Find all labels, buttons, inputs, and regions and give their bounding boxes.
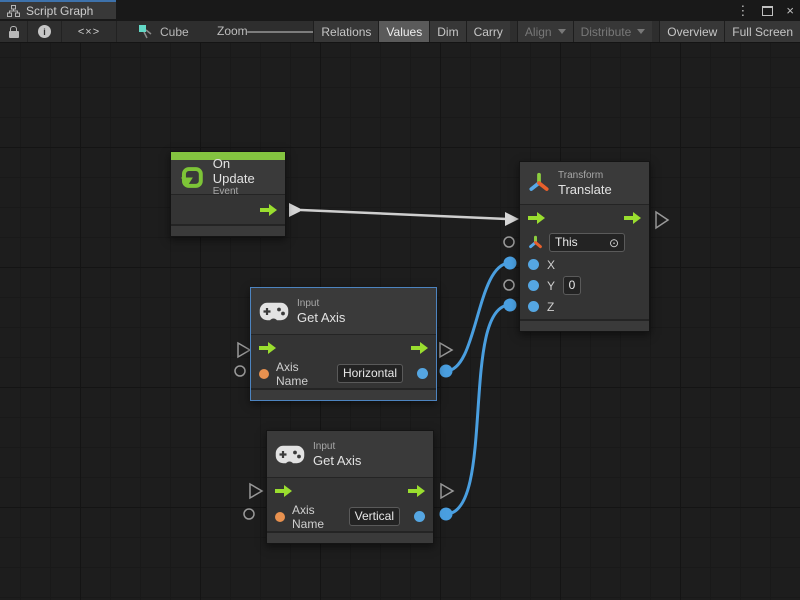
port-label-axis-name: Axis Name — [276, 360, 330, 388]
zoom-label: Zoom — [217, 21, 248, 42]
flow-out-port[interactable] — [411, 342, 428, 354]
gamepad-icon — [259, 302, 289, 321]
tab-title: Script Graph — [26, 4, 93, 18]
flow-in-port[interactable] — [259, 342, 276, 354]
chevron-down-icon — [558, 29, 566, 34]
self-target-field[interactable]: This ⊙ — [549, 233, 625, 252]
string-in-port[interactable] — [275, 512, 285, 522]
node-ports — [171, 195, 285, 224]
window-controls: ⋮ × — [736, 0, 794, 21]
node-title: Get Axis — [297, 310, 345, 325]
flow-in-port[interactable] — [528, 212, 545, 224]
node-header[interactable]: Input Get Axis — [267, 431, 433, 477]
node-category: Input — [313, 441, 361, 453]
flow-out-port[interactable] — [260, 204, 277, 216]
node-footer — [251, 390, 436, 400]
toolbar-button-group: Relations Values Dim Carry Align Distrib… — [313, 21, 800, 42]
node-ports: Axis Name Vertical — [267, 478, 433, 531]
node-category: Input — [297, 298, 345, 310]
gamepad-icon — [275, 445, 305, 464]
node-header[interactable]: On Update Event — [171, 160, 285, 194]
tab-bar: Script Graph ⋮ × — [0, 0, 800, 21]
info-icon: i — [38, 25, 51, 38]
transform-icon — [528, 172, 550, 194]
value-out-port[interactable] — [417, 368, 428, 379]
dim-button[interactable]: Dim — [429, 21, 465, 42]
value-in-port-y[interactable] — [528, 280, 539, 291]
carry-button[interactable]: Carry — [466, 21, 510, 42]
node-footer — [267, 533, 433, 543]
flow-in-port[interactable] — [275, 485, 292, 497]
graph-target-label: Cube — [160, 25, 189, 39]
close-icon[interactable]: × — [786, 0, 794, 21]
string-in-port[interactable] — [259, 369, 269, 379]
lock-icon — [9, 31, 19, 38]
port-label-y: Y — [547, 279, 555, 293]
graph-toolbar: i <×> Cube Zoom 1x Relations Values Dim … — [0, 21, 800, 43]
value-in-port-x[interactable] — [528, 259, 539, 270]
distribute-dropdown[interactable]: Distribute — [573, 21, 653, 42]
align-dropdown[interactable]: Align — [517, 21, 573, 42]
graph-target-breadcrumb[interactable]: Cube — [138, 21, 189, 42]
tab-script-graph[interactable]: Script Graph — [0, 0, 116, 19]
node-get-axis-vertical[interactable]: Input Get Axis Axis Name Vertical — [266, 430, 434, 544]
node-header[interactable]: Transform Translate — [520, 162, 649, 204]
info-button[interactable]: i — [28, 21, 62, 42]
value-in-port-z[interactable] — [528, 301, 539, 312]
source-code-button[interactable]: <×> — [62, 21, 117, 42]
overview-button[interactable]: Overview — [659, 21, 724, 42]
flow-out-port[interactable] — [408, 485, 425, 497]
node-ports: This ⊙ X Y 0 Z — [520, 205, 649, 319]
node-title: Get Axis — [313, 453, 361, 468]
code-icon: <×> — [78, 26, 100, 38]
values-button[interactable]: Values — [378, 21, 429, 42]
y-value-field[interactable]: 0 — [563, 276, 581, 295]
maximize-icon[interactable] — [762, 6, 773, 16]
window-menu-icon[interactable]: ⋮ — [736, 0, 749, 21]
port-label-axis-name: Axis Name — [292, 503, 342, 531]
port-label-x: X — [547, 258, 555, 272]
node-header[interactable]: Input Get Axis — [251, 288, 436, 334]
node-footer — [520, 321, 649, 331]
loop-event-icon — [179, 164, 205, 190]
node-ports: Axis Name Horizontal — [251, 335, 436, 388]
node-translate[interactable]: Transform Translate This ⊙ — [519, 161, 650, 332]
port-label-z: Z — [547, 300, 554, 314]
script-graph-window: Script Graph ⋮ × i <×> Cube Zoom 1x — [0, 0, 800, 600]
node-title: On Update — [213, 156, 275, 186]
object-picker-icon[interactable]: ⊙ — [609, 237, 619, 249]
full-screen-button[interactable]: Full Screen — [724, 21, 800, 42]
value-out-port[interactable] — [414, 511, 425, 522]
graph-asset-icon — [138, 24, 154, 40]
lock-button[interactable] — [0, 21, 28, 42]
relations-button[interactable]: Relations — [313, 21, 378, 42]
transform-icon — [528, 235, 543, 250]
node-on-update[interactable]: On Update Event — [170, 151, 286, 237]
flow-out-port[interactable] — [624, 212, 641, 224]
axis-name-field[interactable]: Vertical — [349, 507, 400, 526]
node-get-axis-horizontal[interactable]: Input Get Axis Axis Name Horizontal — [250, 287, 437, 401]
axis-name-field[interactable]: Horizontal — [337, 364, 403, 383]
chevron-down-icon — [637, 29, 645, 34]
node-category: Transform — [558, 170, 612, 182]
node-footer — [171, 226, 285, 236]
node-title: Translate — [558, 182, 612, 197]
graph-hierarchy-icon — [7, 5, 20, 17]
